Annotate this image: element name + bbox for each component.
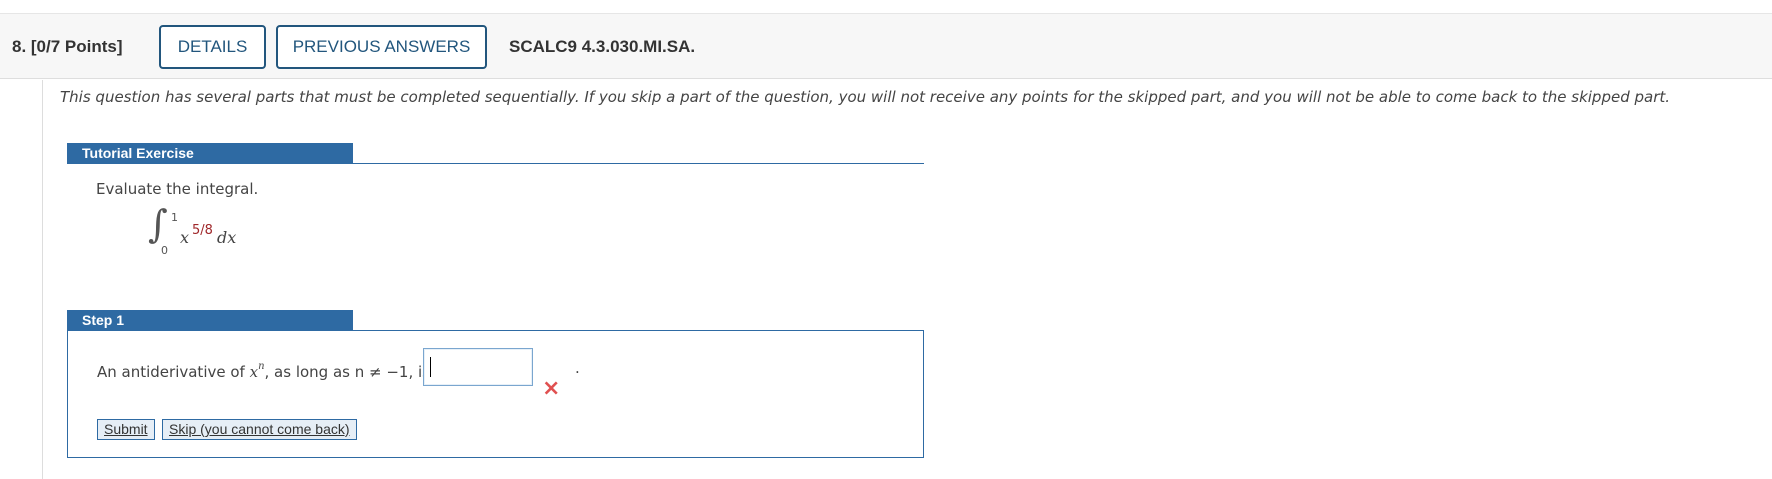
text-caret: [430, 357, 431, 377]
trailing-period: .: [575, 359, 580, 377]
details-button[interactable]: DETAILS: [159, 25, 266, 69]
previous-answers-button[interactable]: PREVIOUS ANSWERS: [276, 25, 487, 69]
question-points: 8. [0/7 Points]: [12, 37, 123, 56]
incorrect-x-icon: ×: [542, 376, 561, 401]
antiderivative-answer-input[interactable]: [423, 348, 533, 386]
step-1-condition: n ≠ −1, is: [354, 363, 430, 381]
integral-upper-limit: 1: [171, 211, 178, 224]
question-id: SCALC9 4.3.030.MI.SA.: [509, 37, 696, 56]
integrand-exponent: 5/8: [192, 223, 213, 238]
step-1-question: An antiderivative of xn, as long as n ≠ …: [97, 361, 430, 381]
integrand-base: x: [180, 228, 190, 247]
step-1-text-middle: , as long as: [264, 363, 355, 381]
sequential-notice: This question has several parts that mus…: [60, 88, 1671, 106]
var-x: x: [249, 363, 259, 381]
tutorial-exercise-underline: [353, 163, 924, 164]
integral-lower-limit: 0: [161, 244, 168, 257]
integral-differential: dx: [217, 228, 237, 247]
step-1-text-before: An antiderivative of: [97, 363, 250, 381]
submit-button[interactable]: Submit: [97, 419, 155, 440]
evaluate-prompt: Evaluate the integral.: [96, 180, 259, 198]
step-1-tab: Step 1: [67, 310, 353, 331]
left-rule: [42, 80, 43, 479]
integral-sign: ∫: [148, 202, 168, 246]
tutorial-exercise-tab: Tutorial Exercise: [67, 143, 353, 164]
skip-button[interactable]: Skip (you cannot come back): [162, 419, 357, 440]
